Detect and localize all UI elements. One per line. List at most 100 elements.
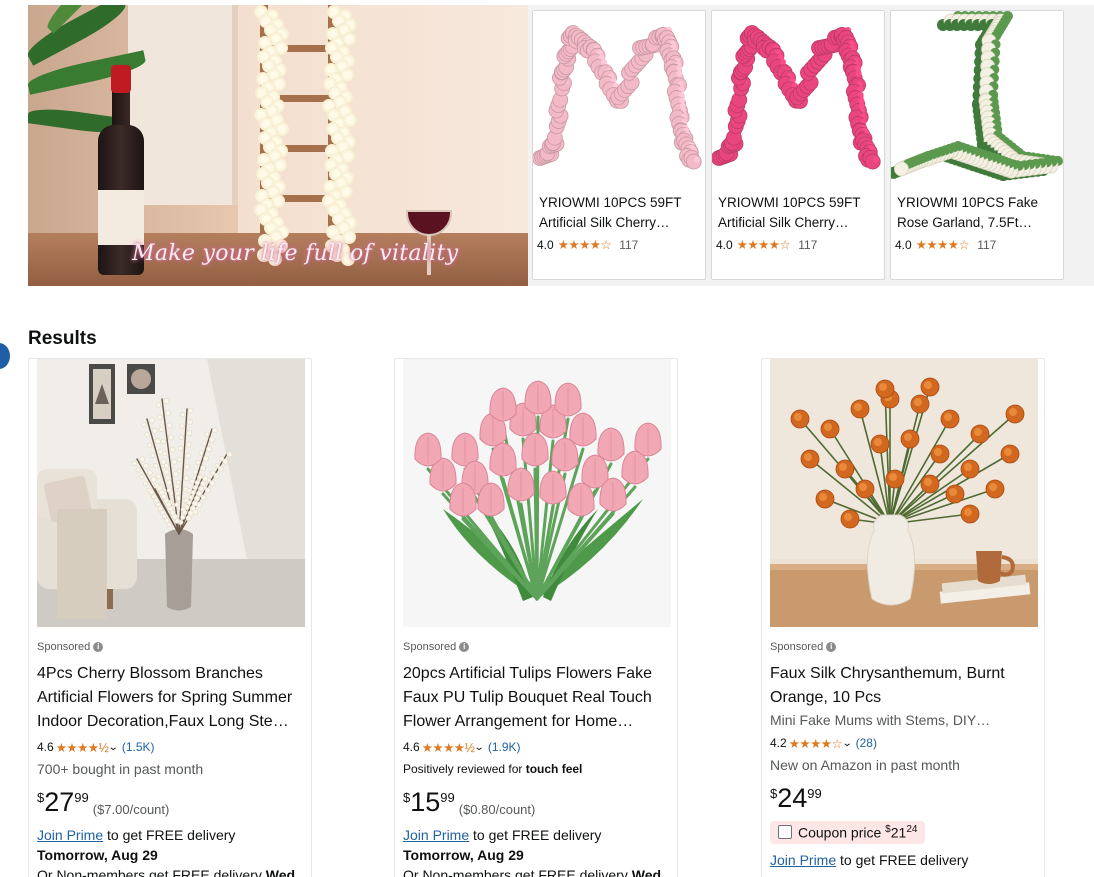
product-card[interactable]: Sponsored i 20pcs Artificial Tulips Flow… xyxy=(394,358,678,877)
join-prime-link[interactable]: Join Prime xyxy=(770,852,836,868)
banner-product-card[interactable]: YRIOWMI 10PCS 59FT Artificial Silk Cherr… xyxy=(532,10,706,280)
banner-product-image[interactable] xyxy=(891,11,1063,183)
sponsored-brand-banner: Make your life full of vitality YRIOWMI … xyxy=(28,5,1094,286)
rating-row: 4.2 ★★★★☆ ⌄ (28) xyxy=(770,733,1038,753)
rating-count[interactable]: 117 xyxy=(977,238,996,252)
star-rating-icon[interactable]: ★★★★½ xyxy=(56,740,109,755)
review-count-link[interactable]: (28) xyxy=(856,736,877,750)
sponsored-label[interactable]: Sponsored i xyxy=(37,639,305,655)
star-rating-icon[interactable]: ★★★★☆ xyxy=(737,237,791,252)
chevron-down-icon[interactable]: ⌄ xyxy=(474,742,485,753)
product-title[interactable]: 4Pcs Cherry Blossom Branches Artificial … xyxy=(37,662,305,734)
banner-product-card[interactable]: YRIOWMI 10PCS 59FT Artificial Silk Cherr… xyxy=(711,10,885,280)
brand-hero-image[interactable]: Make your life full of vitality xyxy=(28,5,528,286)
info-icon[interactable]: i xyxy=(826,642,837,652)
star-rating-icon[interactable]: ★★★★☆ xyxy=(916,237,970,252)
rating-value: 4.0 xyxy=(537,237,554,252)
delivery-date: Tomorrow, Aug 29 xyxy=(37,847,158,863)
sponsored-text: Sponsored xyxy=(37,641,91,653)
price-symbol: $ xyxy=(37,790,45,805)
delivery-text: to get FREE delivery xyxy=(836,852,969,869)
review-count-link[interactable]: (1.5K) xyxy=(122,740,155,754)
coupon-label: Coupon price $2124 xyxy=(798,824,917,841)
pink-tulip-bouquet-image xyxy=(403,359,671,627)
rating-value: 4.2 xyxy=(770,736,787,750)
price-symbol: $ xyxy=(403,790,411,805)
product-card-body: Sponsored i 20pcs Artificial Tulips Flow… xyxy=(403,639,671,877)
social-proof: Positively reviewed for touch feel xyxy=(403,759,671,779)
price[interactable]: $ 27 99 ($7.00/count) xyxy=(37,787,305,819)
coupon-fraction: 24 xyxy=(906,824,918,835)
delivery-info: Join Prime to get FREE delivery xyxy=(770,850,1038,870)
coupon-checkbox[interactable] xyxy=(778,825,792,840)
rating-value: 4.6 xyxy=(403,740,420,754)
price[interactable]: $ 24 99 xyxy=(770,783,1038,815)
banner-product-image[interactable] xyxy=(533,11,705,183)
product-subtitle[interactable]: Mini Fake Mums with Stems, DIY… xyxy=(770,710,1038,730)
banner-product-image[interactable] xyxy=(712,11,884,183)
rating-value: 4.0 xyxy=(716,237,733,252)
join-prime-link[interactable]: Join Prime xyxy=(37,827,103,843)
banner-product-title[interactable]: YRIOWMI 10PCS 59FT Artificial Silk Cherr… xyxy=(718,193,878,233)
nonmember-day: Wed, xyxy=(631,867,665,877)
product-card[interactable]: Sponsored i Faux Silk Chrysanthemum, Bur… xyxy=(761,358,1045,877)
info-icon[interactable]: i xyxy=(459,642,470,652)
product-image[interactable] xyxy=(403,359,671,627)
social-proof: New on Amazon in past month xyxy=(770,757,960,773)
sponsored-text: Sponsored xyxy=(770,641,824,653)
hero-caption: Make your life full of vitality xyxy=(132,241,459,266)
product-title[interactable]: Faux Silk Chrysanthemum, Burnt Orange, 1… xyxy=(770,662,1038,710)
product-title[interactable]: 20pcs Artificial Tulips Flowers Fake Fau… xyxy=(403,662,671,734)
price-whole: 27 xyxy=(44,787,75,817)
banner-product-title[interactable]: YRIOWMI 10PCS 59FT Artificial Silk Cherr… xyxy=(539,193,699,233)
hero-door-panel xyxy=(128,5,238,205)
sponsored-label[interactable]: Sponsored i xyxy=(770,639,1038,655)
feedback-tab-button[interactable] xyxy=(0,343,10,369)
price-symbol: $ xyxy=(770,786,778,801)
product-card[interactable]: Sponsored i 4Pcs Cherry Blossom Branches… xyxy=(28,358,312,877)
rating-value: 4.6 xyxy=(37,740,54,754)
banner-product-card[interactable]: YRIOWMI 10PCS Fake Rose Garland, 7.5Ft… … xyxy=(890,10,1064,280)
delivery-info: Join Prime to get FREE delivery Tomorrow… xyxy=(403,825,671,877)
info-icon[interactable]: i xyxy=(93,642,104,652)
star-rating-icon[interactable]: ★★★★½ xyxy=(422,740,475,755)
coupon-whole: 21 xyxy=(890,824,907,841)
rating-row: 4.6 ★★★★½ ⌄ (1.9K) xyxy=(403,737,671,757)
rating-value: 4.0 xyxy=(895,237,912,252)
price-whole: 15 xyxy=(410,787,441,817)
product-card-body: Sponsored i Faux Silk Chrysanthemum, Bur… xyxy=(770,639,1038,870)
chevron-down-icon[interactable]: ⌄ xyxy=(842,738,853,749)
review-count-link[interactable]: (1.9K) xyxy=(488,740,521,754)
social-prefix: Positively reviewed for xyxy=(403,762,526,776)
social-highlight: touch feel xyxy=(525,762,583,776)
coupon-badge[interactable]: Coupon price $2124 xyxy=(770,821,926,844)
sponsored-label[interactable]: Sponsored i xyxy=(403,639,671,655)
wine-bottle-label xyxy=(98,190,144,245)
price-whole: 24 xyxy=(777,783,808,813)
chevron-down-icon[interactable]: ⌄ xyxy=(108,742,119,753)
cherry-blossom-vase-image xyxy=(37,359,305,627)
star-rating-icon[interactable]: ★★★★☆ xyxy=(558,237,612,252)
garland-j-letter-icon xyxy=(891,11,1063,181)
star-rating-icon[interactable]: ★★★★☆ xyxy=(789,736,843,751)
delivery-date: Tomorrow, Aug 29 xyxy=(403,847,524,863)
join-prime-link[interactable]: Join Prime xyxy=(403,827,469,843)
delivery-text: to get FREE delivery xyxy=(103,827,236,843)
delivery-info: Join Prime to get FREE delivery Tomorrow… xyxy=(37,825,305,877)
price-fraction: 99 xyxy=(74,790,89,805)
rating-count[interactable]: 117 xyxy=(798,238,817,252)
price-fraction: 99 xyxy=(807,786,822,801)
unit-price: ($7.00/count) xyxy=(92,802,170,817)
product-image[interactable] xyxy=(770,359,1038,627)
price[interactable]: $ 15 99 ($0.80/count) xyxy=(403,787,671,819)
rating-count[interactable]: 117 xyxy=(619,238,638,252)
garland-m-letter-icon xyxy=(533,25,702,170)
banner-product-rating: 4.0 ★★★★☆ 117 xyxy=(716,237,817,253)
results-heading: Results xyxy=(28,328,97,349)
banner-product-rating: 4.0 ★★★★☆ 117 xyxy=(537,237,638,253)
banner-product-title[interactable]: YRIOWMI 10PCS Fake Rose Garland, 7.5Ft… xyxy=(897,193,1057,233)
wine-bottle-cap xyxy=(111,65,131,93)
product-image[interactable] xyxy=(37,359,305,627)
rating-row: 4.6 ★★★★½ ⌄ (1.5K) xyxy=(37,737,305,757)
chrysanthemum-vase-image xyxy=(770,359,1038,627)
